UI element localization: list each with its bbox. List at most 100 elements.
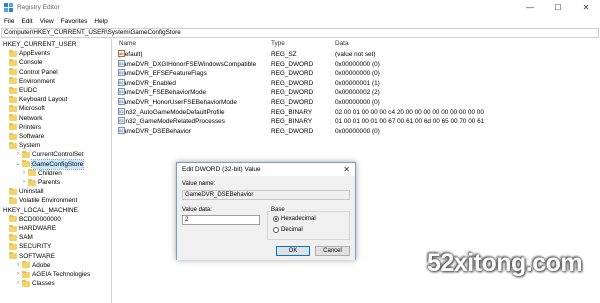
value-row[interactable]: (Default)REG_SZ(value not set)	[117, 49, 600, 59]
value-name-text: GameDVR_HonorUserFSEBehaviorMode	[118, 99, 237, 106]
value-row[interactable]: Win32_GameModeRelatedProcesses REG_BINARY…	[117, 116, 600, 126]
expand-chevron-icon[interactable]: ›	[15, 150, 21, 159]
value-type-cell: REG_DWORD	[271, 99, 314, 106]
folder-icon	[9, 49, 17, 57]
folder-icon	[22, 261, 30, 269]
value-name-cell: GameDVR_HonorUserFSEBehaviorMode	[118, 97, 237, 107]
tree-item[interactable]: › Classes	[15, 279, 55, 288]
maximize-button[interactable]: ☐	[544, 0, 572, 15]
address-bar[interactable]: Computer\HKEY_CURRENT_USER\System\GameCo…	[1, 28, 599, 38]
minimize-button[interactable]: —	[516, 0, 544, 15]
dialog-close-icon[interactable]: ✕	[343, 163, 350, 176]
tree-item[interactable]: Uninstall	[9, 187, 44, 196]
folder-icon	[9, 86, 17, 94]
tree-item[interactable]: › Parents	[21, 178, 60, 187]
tree-item-label: System	[19, 142, 41, 150]
expand-chevron-icon[interactable]: ›	[21, 169, 27, 178]
value-row[interactable]: GameDVR_Enabled REG_DWORD 0x00000001 (1)	[117, 78, 600, 88]
menu-help[interactable]: Help	[94, 18, 107, 25]
tree-item[interactable]: Microsoft	[9, 104, 45, 113]
menu-favorites[interactable]: Favorites	[61, 18, 88, 25]
edit-dword-dialog: Edit DWORD (32-bit) Value ✕ Value name: …	[176, 162, 356, 260]
value-row[interactable]: GameDVR_DXGIHonorFSEWindowsCompatible REG…	[117, 59, 600, 69]
expand-chevron-icon[interactable]: ›	[15, 279, 21, 288]
column-data-header[interactable]: Data	[335, 39, 349, 49]
value-row[interactable]: GameDVR_DSEBehavior REG_DWORD 0x00000000 (…	[117, 126, 600, 136]
value-data-cell: 0x00000002 (2)	[335, 89, 380, 97]
expand-chevron-icon[interactable]: ⌄	[15, 160, 21, 169]
value-type-cell: REG_DWORD	[271, 89, 314, 97]
title-bar: Registry Editor — ☐ ✕	[0, 0, 600, 15]
tree-item[interactable]: Software	[9, 132, 44, 141]
close-button[interactable]: ✕	[572, 0, 600, 15]
tree-item[interactable]: SECURITY	[9, 242, 51, 251]
tree-item-label: Software	[19, 133, 45, 140]
decimal-radio[interactable]	[273, 227, 279, 233]
expand-chevron-icon[interactable]: ›	[15, 261, 21, 270]
value-row[interactable]: GameDVR_FSEBehaviorMode REG_DWORD 0x000000…	[117, 87, 600, 97]
tree-item[interactable]: Network	[9, 114, 42, 123]
tree-item-label: Environment	[19, 77, 55, 85]
tree-item[interactable]: Environment	[9, 77, 55, 86]
folder-icon	[9, 58, 17, 66]
tree-item[interactable]: Console	[9, 58, 42, 67]
tree-item-label: HARDWARE	[19, 225, 57, 232]
folder-icon	[22, 160, 30, 168]
folder-icon	[22, 279, 30, 287]
tree-item[interactable]: › AGEIA Technologies	[15, 270, 90, 279]
tree-item[interactable]: HKEY_CURRENT_USER	[3, 40, 77, 49]
value-data-input[interactable]: 2	[182, 215, 260, 225]
value-row[interactable]: GameDVR_EFSEFeatureFlags REG_DWORD 0x00000…	[117, 68, 600, 78]
tree-item[interactable]: AppEvents	[9, 49, 50, 58]
hexadecimal-radio[interactable]	[273, 216, 279, 222]
tree-item[interactable]: EUDC	[9, 86, 37, 95]
expand-chevron-icon[interactable]: ›	[15, 270, 21, 279]
tree-item-label: BCD00000000	[19, 215, 61, 223]
expand-chevron-icon[interactable]: ›	[21, 178, 27, 187]
tree-item[interactable]: Control Panel	[9, 68, 58, 77]
tree-item[interactable]: ⌄ GameConfigStore	[15, 158, 85, 170]
tree-item-label: HKEY_CURRENT_USER	[3, 41, 77, 48]
tree-item[interactable]: › Adobe	[15, 261, 50, 270]
ok-button[interactable]: OK	[276, 246, 310, 256]
value-name-text: GameDVR_DXGIHonorFSEWindowsCompatible	[118, 60, 257, 68]
tree-item-label: GameConfigStore	[30, 158, 85, 170]
menu-edit[interactable]: Edit	[21, 18, 32, 25]
folder-icon	[9, 215, 17, 223]
tree-item[interactable]: HARDWARE	[9, 224, 56, 233]
tree-item[interactable]: System	[9, 141, 40, 150]
tree-item[interactable]: SOFTWARE	[9, 252, 55, 261]
menu-file[interactable]: File	[4, 18, 14, 25]
tree-item[interactable]: › Children	[21, 169, 62, 178]
tree-item[interactable]: SAM	[9, 233, 33, 242]
tree-item[interactable]: BCD00000000	[9, 215, 61, 224]
tree-item-label: Adobe	[32, 261, 51, 269]
cancel-button[interactable]: Cancel	[315, 246, 350, 256]
value-name-cell: GameDVR_DSEBehavior	[118, 126, 191, 136]
folder-icon	[9, 114, 17, 122]
value-data-cell: 02 00 01 00 00 00 c4 20 00 00 00 00 00 0…	[335, 108, 484, 116]
value-data-cell: 0x00000000 (0)	[335, 99, 380, 106]
value-row[interactable]: GameDVR_HonorUserFSEBehaviorMode REG_DWOR…	[117, 97, 600, 107]
value-name-text: Win32_GameModeRelatedProcesses	[118, 118, 225, 126]
value-type-cell: REG_DWORD	[271, 79, 314, 87]
value-row[interactable]: Win32_AutoGameModeDefaultProfile REG_BINA…	[117, 107, 600, 117]
tree-item-label: AGEIA Technologies	[32, 271, 91, 278]
tree-item[interactable]: Keyboard Layout	[9, 95, 67, 104]
key-tree[interactable]: HKEY_CURRENT_USER AppEvents Console Control…	[1, 39, 112, 303]
menu-view[interactable]: View	[40, 18, 54, 25]
folder-icon	[28, 178, 36, 186]
tree-item-label: Uninstall	[19, 188, 44, 196]
hexadecimal-option[interactable]: Hexadecimal	[273, 216, 316, 222]
binary-value-icon	[118, 78, 125, 87]
tree-item[interactable]: Printers	[9, 123, 41, 132]
decimal-option[interactable]: Decimal	[273, 227, 303, 233]
tree-item[interactable]: HKEY_LOCAL_MACHINE	[3, 206, 78, 215]
binary-value-icon	[118, 87, 125, 96]
tree-item[interactable]: Volatile Environment	[9, 196, 77, 205]
column-name-header[interactable]: Name	[119, 39, 136, 49]
column-type-header[interactable]: Type	[271, 39, 285, 49]
list-header: Name Type Data	[117, 39, 600, 49]
tree-item[interactable]: › CurrentControlSet	[15, 150, 84, 159]
value-name-cell: Win32_AutoGameModeDefaultProfile	[118, 107, 225, 117]
